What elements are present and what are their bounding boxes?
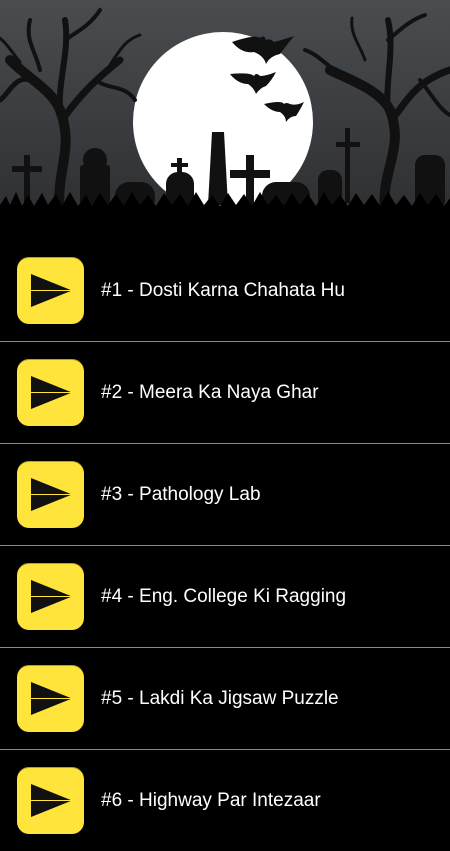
play-button[interactable] xyxy=(17,359,84,426)
story-title: #4 - Eng. College Ki Ragging xyxy=(101,586,347,607)
play-icon xyxy=(31,784,72,817)
play-button[interactable] xyxy=(17,563,84,630)
list-item-2[interactable]: #2 - Meera Ka Naya Ghar xyxy=(0,342,450,444)
list-item-5[interactable]: #5 - Lakdi Ka Jigsaw Puzzle xyxy=(0,648,450,750)
play-icon xyxy=(31,580,72,613)
story-title: #1 - Dosti Karna Chahata Hu xyxy=(101,280,345,301)
play-icon xyxy=(31,376,72,409)
graveyard-illustration xyxy=(0,0,450,240)
play-icon xyxy=(31,478,72,511)
play-button[interactable] xyxy=(17,665,84,732)
play-button[interactable] xyxy=(17,257,84,324)
story-title: #3 - Pathology Lab xyxy=(101,484,261,505)
story-title: #2 - Meera Ka Naya Ghar xyxy=(101,382,319,403)
play-button[interactable] xyxy=(17,461,84,528)
play-icon xyxy=(31,274,72,307)
header-banner xyxy=(0,0,450,240)
story-title: #5 - Lakdi Ka Jigsaw Puzzle xyxy=(101,688,339,709)
list-item-4[interactable]: #4 - Eng. College Ki Ragging xyxy=(0,546,450,648)
list-item-3[interactable]: #3 - Pathology Lab xyxy=(0,444,450,546)
list-item-1[interactable]: #1 - Dosti Karna Chahata Hu xyxy=(0,240,450,342)
list-item-6[interactable]: #6 - Highway Par Intezaar xyxy=(0,750,450,851)
play-button[interactable] xyxy=(17,767,84,834)
story-list: #1 - Dosti Karna Chahata Hu #2 - Meera K… xyxy=(0,240,450,851)
play-icon xyxy=(31,682,72,715)
story-title: #6 - Highway Par Intezaar xyxy=(101,790,321,811)
